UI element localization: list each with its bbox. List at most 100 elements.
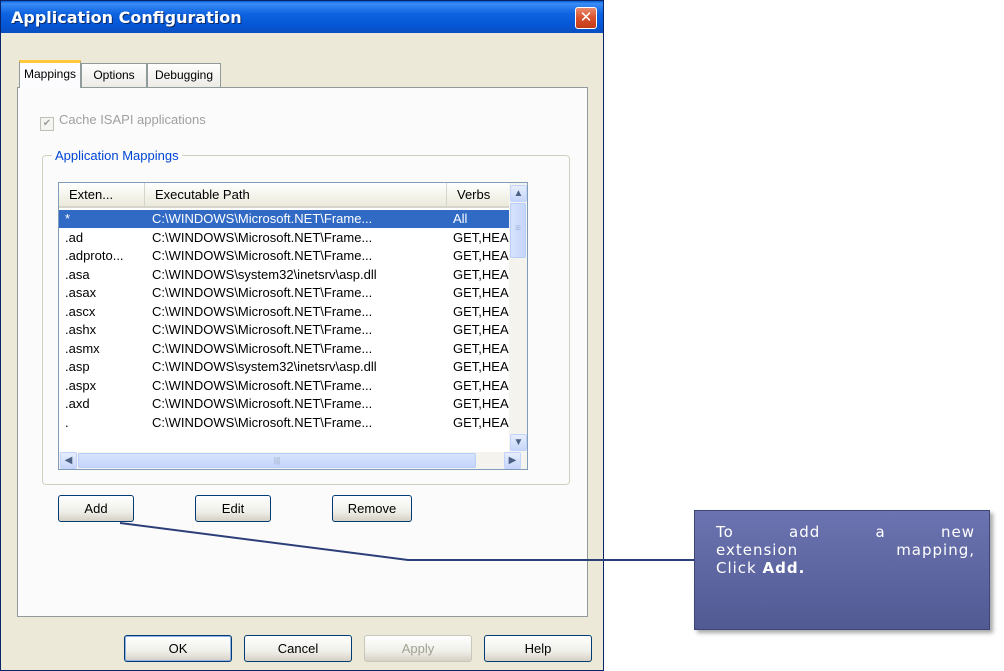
horizontal-scrollbar[interactable]: ◀ ||| ▶ — [59, 452, 527, 469]
column-header-verbs[interactable]: Verbs — [447, 183, 511, 208]
callout-word: mapping, — [896, 541, 975, 559]
cell-executable-path: C:\WINDOWS\Microsoft.NET\Frame... — [152, 211, 373, 226]
ok-button[interactable]: OK — [124, 635, 232, 662]
cell-verbs: All — [453, 211, 468, 226]
cell-extension: .aspx — [65, 377, 97, 393]
cell-verbs: GET,HEA. — [453, 285, 513, 300]
callout-word: new — [940, 523, 975, 541]
callout-line-1: To add a new — [716, 523, 975, 541]
chevron-down-icon: ▼ — [513, 437, 524, 448]
cell-verbs: GET,HEA. — [453, 303, 513, 319]
instruction-callout: To add a new extension mapping, Click Add. — [694, 510, 990, 630]
vertical-scrollbar[interactable]: ▲ ≡ ▼ — [509, 183, 527, 453]
cell-verbs: GET,HEA. — [453, 322, 513, 337]
window-title: Application Configuration — [11, 8, 242, 27]
table-row[interactable]: .adproto... C:\WINDOWS\Microsoft.NET\Fram… — [59, 247, 513, 265]
table-row[interactable]: .ashx C:\WINDOWS\Microsoft.NET\Frame... GE… — [59, 321, 513, 339]
close-icon: ✕ — [579, 8, 593, 26]
cell-extension: .adproto... — [65, 248, 124, 263]
apply-button[interactable]: Apply — [364, 635, 472, 662]
cell-extension: .ashx — [65, 322, 97, 337]
chevron-left-icon: ◀ — [64, 455, 73, 466]
close-button[interactable]: ✕ — [575, 7, 597, 29]
column-header-extension[interactable]: Exten... — [59, 183, 145, 208]
cell-executable-path: C:\WINDOWS\Microsoft.NET\Frame... — [152, 396, 373, 411]
callout-word: add — [789, 523, 821, 541]
tab-options-label: Options — [93, 68, 135, 82]
callout-word: extension — [716, 541, 799, 559]
chevron-up-icon: ▲ — [513, 188, 524, 199]
cell-verbs: GET,HEA. — [453, 340, 513, 356]
callout-text-prefix: Click — [716, 559, 763, 577]
scroll-left-button[interactable]: ◀ — [60, 452, 77, 469]
cell-extension: .asa — [65, 266, 90, 282]
tab-debugging-label: Debugging — [154, 68, 214, 82]
cell-verbs: GET,HEA. — [453, 414, 513, 430]
list-header: Exten... Executable Path Verbs — [59, 183, 511, 208]
column-header-executable-path[interactable]: Executable Path — [145, 183, 447, 208]
callout-word: a — [875, 523, 886, 541]
cell-extension: .axd — [65, 396, 90, 411]
tab-mappings[interactable]: Mappings — [19, 60, 81, 88]
table-row[interactable]: .aspx C:\WINDOWS\Microsoft.NET\Frame... GE… — [59, 377, 513, 395]
cell-verbs: GET,HEA. — [453, 377, 513, 393]
cell-executable-path: C:\WINDOWS\Microsoft.NET\Frame... — [152, 285, 373, 300]
cell-executable-path: C:\WINDOWS\Microsoft.NET\Frame... — [152, 414, 373, 430]
add-button[interactable]: Add — [58, 495, 134, 522]
table-row[interactable]: .ascx C:\WINDOWS\Microsoft.NET\Frame... GE… — [59, 303, 513, 321]
tab-mappings-label: Mappings — [23, 67, 77, 81]
cancel-button[interactable]: Cancel — [244, 635, 352, 662]
tab-options[interactable]: Options — [81, 63, 147, 87]
tab-debugging[interactable]: Debugging — [147, 63, 221, 87]
chevron-right-icon: ▶ — [508, 455, 517, 466]
cell-executable-path: C:\WINDOWS\Microsoft.NET\Frame... — [152, 248, 373, 263]
cell-executable-path: C:\WINDOWS\Microsoft.NET\Frame... — [152, 322, 373, 337]
cell-extension: .asmx — [65, 340, 100, 356]
cell-executable-path: C:\WINDOWS\Microsoft.NET\Frame... — [152, 303, 373, 319]
cell-executable-path: C:\WINDOWS\Microsoft.NET\Frame... — [152, 340, 373, 356]
cell-verbs: GET,HEA. — [453, 248, 513, 263]
cell-verbs: GET,HEA. — [453, 359, 513, 374]
scroll-right-button[interactable]: ▶ — [504, 452, 521, 469]
cell-extension: .ad — [65, 229, 84, 245]
horizontal-scroll-thumb[interactable]: ||| — [78, 453, 476, 468]
table-row[interactable]: .axd C:\WINDOWS\Microsoft.NET\Frame... GET… — [59, 395, 513, 413]
grip-icon: ≡ — [515, 223, 521, 234]
cell-verbs: GET,HEA. — [453, 396, 513, 411]
help-button[interactable]: Help — [484, 635, 592, 662]
cell-executable-path: C:\WINDOWS\Microsoft.NET\Frame... — [152, 377, 373, 393]
cell-extension: . — [65, 414, 69, 430]
cell-executable-path: C:\WINDOWS\system32\inetsrv\asp.dll — [152, 359, 377, 374]
cell-verbs: GET,HEA. — [453, 229, 513, 245]
callout-text-emphasis: Add. — [762, 559, 806, 577]
table-row[interactable]: .asmx C:\WINDOWS\Microsoft.NET\Frame... GE… — [59, 340, 513, 358]
scroll-down-button[interactable]: ▼ — [510, 434, 527, 451]
cache-isapi-checkbox[interactable]: ✔ — [40, 117, 54, 131]
cell-executable-path: C:\WINDOWS\system32\inetsrv\asp.dll — [152, 266, 377, 282]
mappings-list[interactable]: Exten... Executable Path Verbs * C:\WINDO… — [58, 182, 528, 470]
title-bar[interactable]: Application Configuration ✕ — [1, 1, 603, 33]
callout-word: To — [716, 523, 734, 541]
grip-icon: ||| — [273, 456, 281, 465]
table-row[interactable]: * C:\WINDOWS\Microsoft.NET\Frame... All — [59, 210, 511, 228]
table-row[interactable]: .asp C:\WINDOWS\system32\inetsrv\asp.dll G… — [59, 358, 513, 376]
cell-extension: .ascx — [65, 303, 96, 319]
scroll-up-button[interactable]: ▲ — [510, 185, 527, 202]
application-mappings-group-label: Application Mappings — [52, 148, 182, 163]
cache-isapi-checkbox-row[interactable]: ✔ Cache ISAPI applications — [40, 112, 206, 131]
cell-extension: .asax — [65, 285, 97, 300]
cell-extension: * — [65, 211, 71, 226]
cache-isapi-label: Cache ISAPI applications — [59, 112, 206, 127]
cell-verbs: GET,HEA. — [453, 266, 513, 282]
remove-button[interactable]: Remove — [332, 495, 412, 522]
edit-button[interactable]: Edit — [195, 495, 271, 522]
table-row[interactable]: .asa C:\WINDOWS\system32\inetsrv\asp.dll G… — [59, 266, 513, 284]
table-row[interactable]: . C:\WINDOWS\Microsoft.NET\Frame... GET,HE… — [59, 414, 513, 432]
callout-line-2: extension mapping, — [716, 541, 975, 559]
vertical-scroll-thumb[interactable]: ≡ — [510, 203, 526, 258]
cell-executable-path: C:\WINDOWS\Microsoft.NET\Frame... — [152, 229, 373, 245]
table-row[interactable]: .ad C:\WINDOWS\Microsoft.NET\Frame... GET,… — [59, 229, 513, 247]
table-row[interactable]: .asax C:\WINDOWS\Microsoft.NET\Frame... GE… — [59, 284, 513, 302]
cell-extension: .asp — [65, 359, 90, 374]
callout-line-3: Click Add. — [716, 559, 975, 577]
